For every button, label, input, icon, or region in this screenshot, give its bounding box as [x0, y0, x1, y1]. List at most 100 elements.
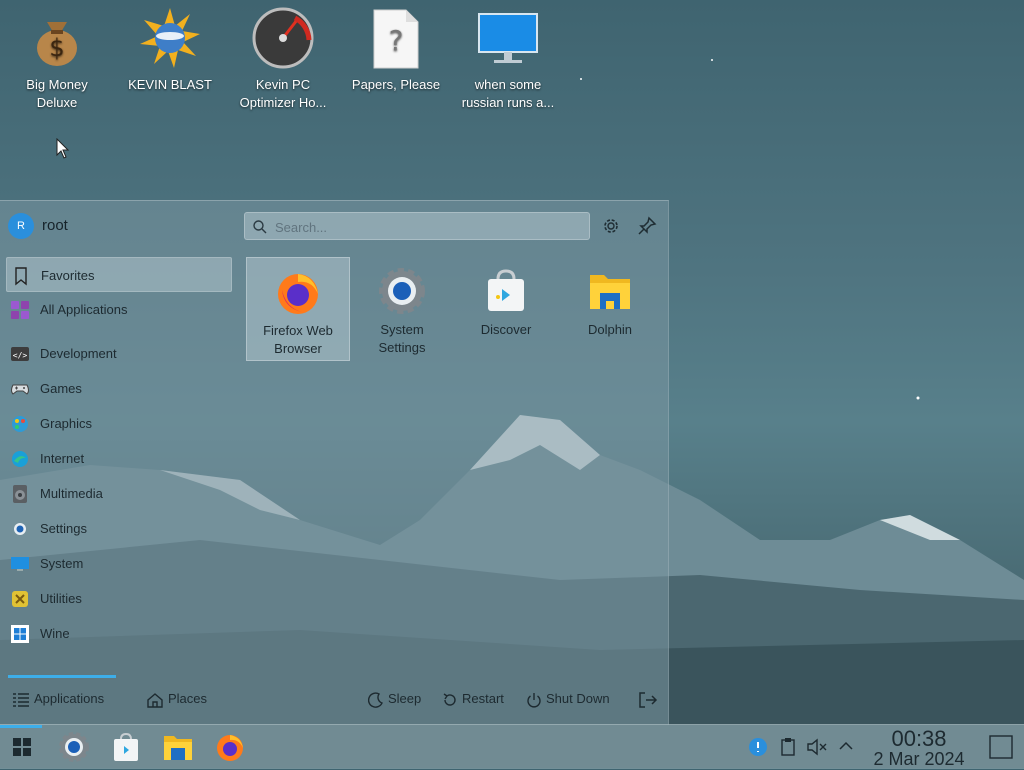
firefox-icon — [278, 274, 318, 314]
desktop-icon-papers-please[interactable]: ? Papers, Please — [341, 6, 451, 94]
starburst-globe-icon — [140, 8, 200, 68]
desktop-icon-kevin-blast[interactable]: KEVIN BLAST — [115, 6, 225, 94]
search-box[interactable] — [244, 212, 590, 240]
category-development[interactable]: </> Development — [6, 336, 232, 371]
username[interactable]: root — [42, 217, 68, 234]
restart-icon — [443, 692, 456, 706]
list-icon — [13, 692, 29, 707]
svg-text:</>: </> — [13, 351, 28, 360]
active-tab-indicator — [8, 675, 116, 678]
favorite-discover[interactable]: Discover — [454, 257, 558, 361]
category-system[interactable]: System — [6, 546, 232, 581]
grid-icon — [11, 301, 29, 319]
category-label: System — [40, 556, 84, 571]
svg-text:$: $ — [49, 34, 64, 62]
category-label: Games — [40, 381, 82, 396]
gauge-icon — [252, 7, 314, 69]
discover-icon — [488, 269, 524, 311]
desktop-icon-label: Papers, Please — [351, 77, 441, 92]
favorite-firefox[interactable]: Firefox Web Browser — [246, 257, 350, 361]
show-desktop-icon[interactable] — [988, 734, 1014, 760]
favorite-label: Discover — [480, 322, 532, 337]
desktop-icon-big-money[interactable]: $ Big Money Deluxe — [2, 6, 112, 112]
desktop-icon-label: Kevin PC — [255, 77, 311, 92]
desktop-icon-label: when some — [474, 77, 542, 92]
tab-places[interactable]: Places — [146, 691, 207, 708]
taskbar: 00:38 2 Mar 2024 — [0, 724, 1024, 769]
tab-label: Applications — [34, 691, 105, 706]
desktop-icon-label: Big Money — [26, 77, 88, 92]
category-multimedia[interactable]: Multimedia — [6, 476, 232, 511]
button-label: Restart — [462, 691, 504, 706]
favorite-dolphin[interactable]: Dolphin — [558, 257, 662, 361]
desktop-icon-kevin-pc-optimizer[interactable]: Kevin PC Optimizer Ho... — [228, 6, 338, 112]
button-label: Sleep — [388, 691, 422, 706]
paint-icon — [12, 416, 28, 432]
search-input[interactable] — [273, 217, 577, 237]
category-list: Favorites All Applications </> Developme… — [6, 257, 232, 651]
category-label: Wine — [40, 626, 70, 641]
sleep-button[interactable]: Sleep — [367, 691, 422, 708]
pin-icon[interactable] — [636, 215, 658, 237]
firefox-taskbar-icon[interactable] — [214, 731, 246, 763]
launcher-active-indicator — [0, 725, 42, 728]
favorite-label: Browser — [274, 341, 322, 356]
category-all-applications[interactable]: All Applications — [6, 292, 232, 327]
category-label: Favorites — [41, 268, 95, 283]
bookmark-icon — [15, 267, 27, 286]
system-icon — [11, 557, 29, 571]
category-label: All Applications — [40, 302, 128, 317]
settings-icon — [14, 523, 26, 535]
dolphin-taskbar-icon[interactable] — [162, 731, 194, 763]
power-icon — [527, 692, 541, 708]
restart-button[interactable]: Restart — [442, 691, 504, 708]
start-menu-icon[interactable] — [6, 731, 38, 763]
launcher-header: R root — [0, 201, 668, 251]
volume-muted-icon[interactable] — [806, 737, 828, 757]
mouse-cursor-icon — [56, 138, 70, 159]
clipboard-icon[interactable] — [778, 737, 798, 757]
avatar[interactable]: R — [8, 213, 34, 239]
discover-taskbar-icon[interactable] — [110, 731, 142, 763]
desktop-icon-russian-runs[interactable]: when some russian runs a... — [453, 6, 563, 112]
desktop-icon-label: Optimizer Ho... — [239, 95, 327, 110]
chevron-up-icon[interactable] — [838, 739, 854, 753]
update-notification-icon[interactable] — [748, 737, 768, 757]
wine-icon — [11, 625, 29, 643]
speaker-icon — [13, 485, 27, 503]
svg-text:?: ? — [389, 24, 404, 57]
tab-label: Places — [168, 691, 208, 706]
application-launcher: R root Favorites All Applications </> — [0, 200, 669, 725]
desktop-icon-label: KEVIN BLAST — [128, 77, 212, 92]
category-games[interactable]: Games — [6, 371, 232, 406]
category-settings[interactable]: Settings — [6, 511, 232, 546]
utilities-icon — [12, 591, 28, 607]
clock-date[interactable]: 2 Mar 2024 — [858, 749, 980, 770]
category-label: Graphics — [40, 416, 93, 431]
category-internet[interactable]: Internet — [6, 441, 232, 476]
category-label: Multimedia — [40, 486, 103, 501]
places-icon — [147, 692, 163, 708]
favorite-system-settings[interactable]: System Settings — [350, 257, 454, 361]
unknown-file-icon: ? — [373, 9, 419, 69]
logout-icon[interactable] — [638, 691, 658, 709]
money-bag-icon: $ — [37, 22, 77, 66]
shutdown-button[interactable]: Shut Down — [526, 691, 610, 708]
category-favorites[interactable]: Favorites — [6, 257, 232, 292]
desktop-icon-label: russian runs a... — [461, 95, 555, 110]
category-label: Utilities — [40, 591, 82, 606]
gear-icon[interactable] — [600, 215, 622, 237]
monitor-icon — [478, 13, 538, 63]
launcher-footer: Applications Places Sleep Restart Shut D… — [0, 675, 668, 725]
favorite-label: Dolphin — [587, 322, 633, 337]
desktop-icon-label: Deluxe — [36, 95, 78, 110]
moon-icon — [367, 692, 383, 708]
category-graphics[interactable]: Graphics — [6, 406, 232, 441]
system-settings-icon — [379, 268, 425, 314]
category-utilities[interactable]: Utilities — [6, 581, 232, 616]
dolphin-folder-icon — [590, 275, 630, 309]
category-wine[interactable]: Wine — [6, 616, 232, 651]
system-settings-taskbar-icon[interactable] — [58, 731, 90, 763]
search-icon — [253, 220, 267, 234]
tab-applications[interactable]: Applications — [8, 675, 116, 708]
